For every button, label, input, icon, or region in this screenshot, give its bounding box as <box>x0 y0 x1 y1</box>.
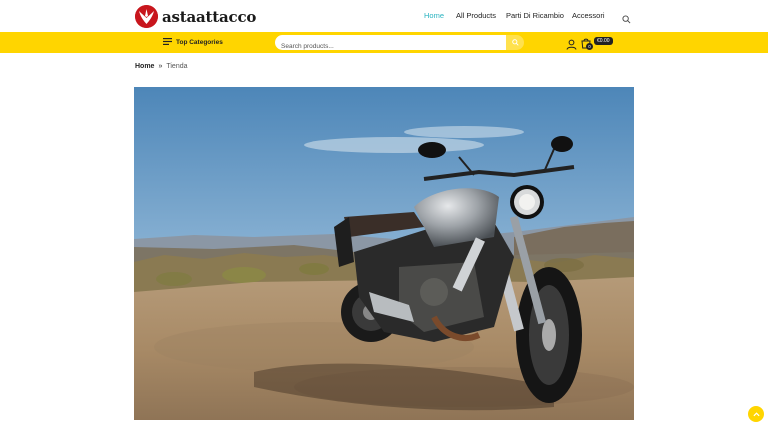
scroll-to-top-button[interactable] <box>748 406 764 422</box>
top-categories-label: Top Categories <box>176 39 223 46</box>
cart-count-badge: 0 <box>586 43 593 50</box>
site-header: astaattacco Home All Products Parti Di R… <box>0 0 768 32</box>
search-icon[interactable] <box>622 11 632 24</box>
site-logo[interactable]: astaattacco <box>135 5 256 28</box>
cart-total-badge[interactable]: €0.00 <box>594 37 613 45</box>
menu-icon <box>163 38 172 47</box>
hero-motorcycle-image <box>134 87 634 420</box>
search-icon <box>511 39 519 46</box>
nav-all-products[interactable]: All Products <box>456 11 496 20</box>
nav-parti-di-ricambio[interactable]: Parti Di Ricambio <box>506 11 564 20</box>
account-icon[interactable] <box>566 37 577 50</box>
nav-home[interactable]: Home <box>424 11 444 20</box>
product-search-field[interactable] <box>275 35 506 54</box>
breadcrumb-separator-icon: » <box>158 63 163 70</box>
breadcrumb-current: Tienda <box>166 63 188 70</box>
logo-mark-icon <box>135 5 158 28</box>
search-submit-button[interactable] <box>506 35 524 50</box>
breadcrumb: Home » Tienda <box>135 63 188 70</box>
product-search-input[interactable] <box>275 39 495 54</box>
arrow-up-icon <box>752 411 760 416</box>
logo-text: astaattacco <box>162 7 257 26</box>
nav-accessori[interactable]: Accessori <box>572 11 605 20</box>
top-categories-button[interactable]: Top Categories <box>163 38 223 47</box>
breadcrumb-home-link[interactable]: Home <box>135 63 154 70</box>
